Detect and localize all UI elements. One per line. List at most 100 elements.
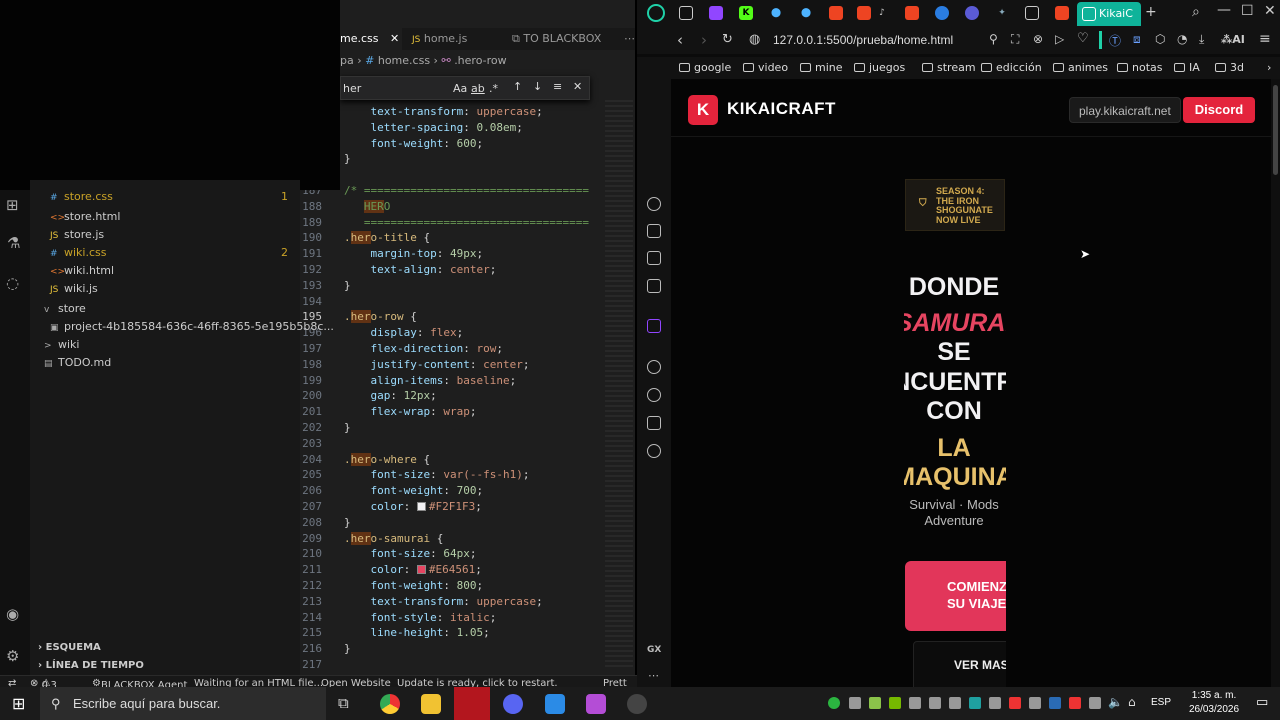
code-line[interactable]: 191 margin-top: 49px; xyxy=(300,246,635,262)
sidebar-app-icon[interactable] xyxy=(647,251,661,265)
breadcrumb-folder[interactable]: pa xyxy=(340,54,354,67)
code-line[interactable]: 190 .hero-title { xyxy=(300,230,635,246)
close-icon[interactable]: ✕ xyxy=(1264,3,1276,19)
minimize-icon[interactable]: — xyxy=(1217,2,1231,18)
translate-icon[interactable]: Ⓣ xyxy=(1109,32,1121,49)
back-icon[interactable]: ‹ xyxy=(677,31,683,49)
close-icon[interactable]: ✕ xyxy=(573,80,582,93)
explorer-item[interactable]: JS wiki.js xyxy=(30,280,300,298)
player-icon[interactable] xyxy=(647,360,661,374)
heart-icon[interactable]: ♡ xyxy=(1077,31,1089,46)
code-line[interactable]: text-transform: uppercase; xyxy=(300,104,635,120)
more-bookmarks-icon[interactable]: › xyxy=(1267,61,1271,74)
whole-word-toggle[interactable]: ab xyxy=(471,82,485,95)
bookmark-folder[interactable]: stream xyxy=(922,61,976,74)
match-case-toggle[interactable]: Aa xyxy=(453,82,467,95)
twitch-icon[interactable] xyxy=(647,319,661,333)
opera-gx-logo-icon[interactable] xyxy=(647,4,665,22)
app-icon[interactable] xyxy=(586,694,606,714)
code-line[interactable]: 2 letter-spacing: 0.08em; xyxy=(300,120,635,136)
youtube-tab-icon[interactable] xyxy=(857,6,871,20)
start-journey-button[interactable]: COMIENZA SU VIAJE xyxy=(905,561,1006,631)
tray-icon[interactable] xyxy=(969,697,981,709)
code-line[interactable]: 196 display: flex; xyxy=(300,325,635,341)
flask-icon[interactable]: ⚗ xyxy=(7,234,20,252)
code-line[interactable]: 205 font-size: var(--fs-h1); xyxy=(300,467,635,483)
tray-icon[interactable] xyxy=(989,697,1001,709)
code-line[interactable]: 201 flex-wrap: wrap; xyxy=(300,404,635,420)
gear-icon[interactable]: ⚙ xyxy=(6,647,19,665)
code-line[interactable]: 212 font-weight: 800; xyxy=(300,578,635,594)
menu-icon[interactable]: ≡ xyxy=(1259,31,1271,47)
extensions-icon[interactable]: ⊞ xyxy=(6,196,19,214)
youtube-tab-icon[interactable] xyxy=(905,6,919,20)
extensions-icon[interactable] xyxy=(647,416,661,430)
explorer-item[interactable]: ▣ project-4b185584-636c-46ff-8365-5e195b5… xyxy=(30,318,334,336)
more-icon[interactable]: ⋯ xyxy=(618,28,635,50)
server-ip-button[interactable]: play.kikaicraft.net xyxy=(1069,97,1181,123)
code-line[interactable]: 213 text-transform: uppercase; xyxy=(300,594,635,610)
reload-icon[interactable]: ↻ xyxy=(722,32,733,47)
bookmark-folder[interactable]: mine xyxy=(800,61,843,74)
pin-tab-icon[interactable]: ⬤ xyxy=(799,6,813,20)
chat-icon[interactable]: ◌ xyxy=(6,274,19,292)
twitch-tab-icon[interactable] xyxy=(709,6,723,20)
code-line[interactable]: 4} xyxy=(300,151,635,167)
explorer-item[interactable]: <>wiki.html xyxy=(30,262,300,280)
code-line[interactable]: 186 xyxy=(300,167,635,183)
sidebar-refresh-icon[interactable] xyxy=(647,197,661,211)
tray-icon[interactable] xyxy=(909,697,921,709)
language-indicator[interactable]: ESP xyxy=(1151,697,1171,708)
site-info-icon[interactable]: ◍ xyxy=(749,32,760,47)
bookmark-folder[interactable]: google xyxy=(679,61,731,74)
speaker-icon[interactable]: ♪ xyxy=(875,6,889,20)
explorer-item[interactable]: # wiki.css 2 xyxy=(30,244,300,262)
play-icon[interactable]: ▷ xyxy=(1055,32,1064,46)
code-line[interactable]: 195 .hero-row { xyxy=(300,309,635,325)
page-scrollbar[interactable] xyxy=(1271,79,1280,693)
tray-icon[interactable] xyxy=(1069,697,1081,709)
code-line[interactable]: 193} xyxy=(300,278,635,294)
gear-icon[interactable] xyxy=(647,444,661,458)
profile-icon[interactable]: ◔ xyxy=(1177,32,1187,46)
select-lines-icon[interactable]: ≡ xyxy=(553,80,562,93)
code-line[interactable]: 198 justify-content: center; xyxy=(300,357,635,373)
search-icon[interactable]: ⌕ xyxy=(1192,4,1200,20)
tab-home-js[interactable]: JS home.js xyxy=(406,28,498,50)
page-tab-icon[interactable] xyxy=(1025,6,1039,20)
tab-blackbox[interactable]: ⧉ TO BLACKBOX xyxy=(506,28,616,50)
code-line[interactable]: 3 font-weight: 600; xyxy=(300,136,635,152)
app-tab-icon[interactable] xyxy=(965,6,979,20)
bookmark-folder[interactable]: juegos xyxy=(854,61,905,74)
bookmark-folder[interactable]: edicción xyxy=(981,61,1042,74)
code-line[interactable]: 204 .hero-where { xyxy=(300,452,635,468)
volume-icon[interactable]: 🔈 xyxy=(1108,695,1123,709)
code-line[interactable]: 187/* ================================== xyxy=(300,183,635,199)
whatsapp-icon[interactable] xyxy=(828,697,840,709)
steam-icon[interactable] xyxy=(1049,697,1061,709)
regex-toggle[interactable]: .* xyxy=(489,82,498,95)
tray-icon[interactable] xyxy=(929,697,941,709)
code-line[interactable]: 215 line-height: 1.05; xyxy=(300,625,635,641)
bookmark-folder[interactable]: IA xyxy=(1174,61,1200,74)
sidebar-app-icon[interactable] xyxy=(647,224,661,238)
code-line[interactable]: 217 xyxy=(300,657,635,673)
forward-icon[interactable]: › xyxy=(701,31,707,49)
explorer-item[interactable]: <>store.html xyxy=(30,208,300,226)
snapshot-icon[interactable]: ⛶ xyxy=(1011,32,1019,47)
youtube-tab-icon[interactable] xyxy=(829,6,843,20)
breadcrumb-file[interactable]: home.css xyxy=(378,54,430,67)
code-line[interactable]: 206 font-weight: 700; xyxy=(300,483,635,499)
tray-icon[interactable] xyxy=(1029,697,1041,709)
task-view-icon[interactable]: ⧉ xyxy=(338,694,349,712)
code-line[interactable]: 210 font-size: 64px; xyxy=(300,546,635,562)
code-line[interactable]: 194 xyxy=(300,294,635,310)
outline-section[interactable]: › ESQUEMA xyxy=(30,639,300,657)
extension-icon[interactable]: ⧈ xyxy=(1133,32,1141,47)
close-icon[interactable]: ✕ xyxy=(390,32,399,45)
kick-tab-icon[interactable]: K xyxy=(739,6,753,20)
timeline-section[interactable]: › LÍNEA DE TIEMPO xyxy=(30,657,300,675)
code-line[interactable]: 199 align-items: baseline; xyxy=(300,373,635,389)
puzzle-icon[interactable]: ⬡ xyxy=(1155,32,1165,46)
pin-icon[interactable]: ⚲ xyxy=(989,32,998,46)
